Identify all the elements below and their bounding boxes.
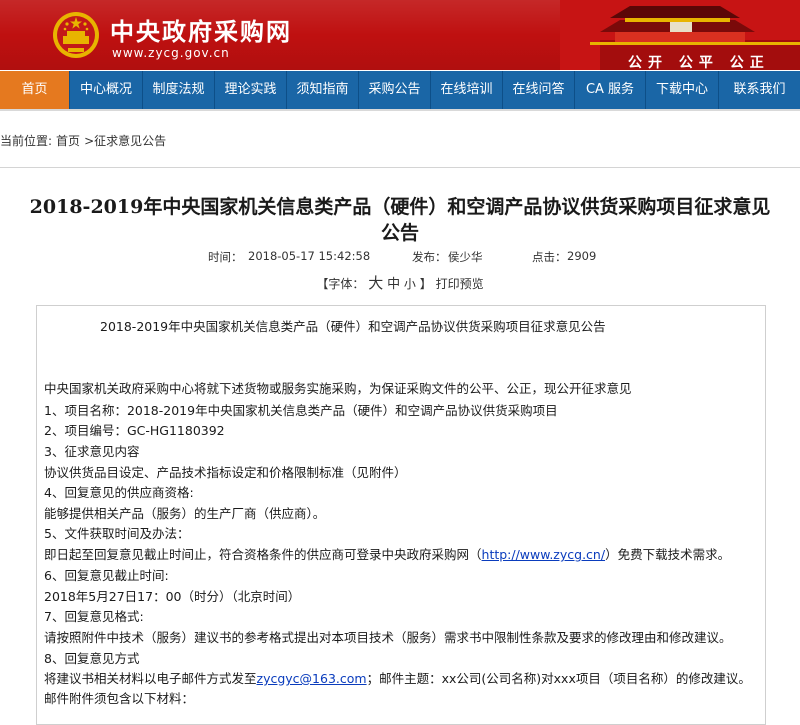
site-title: 中央政府采购网 bbox=[110, 18, 292, 46]
paragraph: 2018年5月27日17：00（时分）（北京时间） bbox=[44, 589, 301, 604]
print-preview-link[interactable]: 打印预览 bbox=[436, 277, 484, 291]
paragraph: 邮件附件须包含以下材料： bbox=[44, 691, 195, 706]
publisher-value: 侯少华 bbox=[448, 250, 483, 264]
nav-item-contact[interactable]: 联系我们 bbox=[719, 71, 800, 109]
paragraph: 2、项目编号：GC-HG1180392 bbox=[44, 423, 225, 438]
paragraph: 中央国家机关政府采购中心将就下述货物或服务实施采购，为保证采购文件的公平、公正，… bbox=[44, 381, 632, 396]
nav-item-about[interactable]: 中心概况 bbox=[70, 71, 143, 109]
download-text-end: ）免费下载技术需求。 bbox=[605, 547, 731, 562]
breadcrumb-separator: > bbox=[84, 134, 95, 148]
nav-item-ca-service[interactable]: CA 服务 bbox=[575, 71, 646, 109]
breadcrumb: 当前位置: 首页 >征求意见公告 bbox=[0, 132, 170, 149]
article-title: 2018-2019年中央国家机关信息类产品（硬件）和空调产品协议供货采购项目征求… bbox=[14, 194, 786, 246]
clicks-label: 点击： bbox=[532, 250, 567, 264]
paragraph: 能够提供相关产品（服务）的生产厂商（供应商）。 bbox=[44, 506, 326, 521]
clicks-value: 2909 bbox=[567, 249, 597, 263]
zycg-link[interactable]: http://www.zycg.cn/ bbox=[482, 547, 606, 562]
font-small-button[interactable]: 小 bbox=[404, 277, 416, 291]
paragraph: 4、回复意见的供应商资格: bbox=[44, 485, 194, 500]
breadcrumb-home-link[interactable]: 首页 bbox=[56, 134, 80, 148]
paragraph: 协议供货品目设定、产品技术指标设定和价格限制标准（见附件） bbox=[44, 465, 407, 480]
content-title: 2018-2019年中央国家机关信息类产品（硬件）和空调产品协议供货采购项目征求… bbox=[100, 319, 606, 334]
paragraph: 8、回复意见方式 bbox=[44, 651, 140, 666]
paragraph: 1、项目名称：2018-2019年中央国家机关信息类产品（硬件）和空调产品协议供… bbox=[44, 403, 558, 418]
nav-item-qa[interactable]: 在线问答 bbox=[503, 71, 575, 109]
site-header: 中央政府采购网 www.zycg.gov.cn 公开 公平 公正 bbox=[0, 0, 800, 70]
main-nav: 首页 中心概况 制度法规 理论实践 须知指南 采购公告 在线培训 在线问答 CA… bbox=[0, 71, 800, 109]
paragraph: 请按照附件中技术（服务）建议书的参考格式提出对本项目技术（服务）需求书中限制性条… bbox=[44, 630, 732, 645]
site-url: www.zycg.gov.cn bbox=[112, 46, 230, 60]
paragraph: 3、征求意见内容 bbox=[44, 444, 140, 459]
nav-item-downloads[interactable]: 下载中心 bbox=[646, 71, 719, 109]
article-title-line1: 2018-2019年中央国家机关信息类产品（硬件）和空调产品协议供货采购项目征求… bbox=[29, 196, 771, 218]
nav-item-regulations[interactable]: 制度法规 bbox=[143, 71, 215, 109]
font-medium-button[interactable]: 中 bbox=[387, 277, 400, 292]
font-size-controls: 【字体： 大 中 小 】 打印预览 bbox=[0, 272, 800, 293]
national-emblem-icon bbox=[53, 12, 99, 58]
time-value: 2018-05-17 15:42:58 bbox=[248, 249, 371, 263]
font-close: 】 bbox=[419, 277, 432, 291]
nav-item-training[interactable]: 在线培训 bbox=[431, 71, 503, 109]
breadcrumb-current[interactable]: 征求意见公告 bbox=[94, 134, 166, 148]
divider bbox=[0, 167, 800, 168]
paragraph: 7、回复意见格式: bbox=[44, 609, 144, 624]
article-title-line2: 公告 bbox=[380, 222, 419, 244]
email-link[interactable]: zycgyc@163.com bbox=[257, 671, 367, 686]
slogan: 公开 公平 公正 bbox=[628, 55, 770, 70]
font-label: 【字体： bbox=[316, 277, 365, 291]
nav-underline bbox=[0, 109, 800, 111]
email-text: 将建议书相关材料以电子邮件方式发至 bbox=[44, 671, 257, 686]
email-paragraph: 将建议书相关材料以电子邮件方式发至zycgyc@163.com；邮件主题：xx公… bbox=[44, 668, 751, 687]
font-large-button[interactable]: 大 bbox=[368, 274, 383, 292]
nav-item-theory[interactable]: 理论实践 bbox=[215, 71, 287, 109]
nav-item-announcements[interactable]: 采购公告 bbox=[359, 71, 431, 109]
paragraph: 5、文件获取时间及办法： bbox=[44, 526, 190, 541]
publisher-label: 发布： bbox=[412, 250, 447, 264]
nav-item-home[interactable]: 首页 bbox=[0, 71, 70, 109]
nav-item-guide[interactable]: 须知指南 bbox=[287, 71, 359, 109]
download-text: 即日起至回复意见截止时间止，符合资格条件的供应商可登录中央政府采购网（ bbox=[44, 547, 482, 562]
download-paragraph: 即日起至回复意见截止时间止，符合资格条件的供应商可登录中央政府采购网（http:… bbox=[44, 544, 730, 563]
email-text-end: ；邮件主题：xx公司(公司名称)对xxx项目（项目名称）的修改建议。 bbox=[366, 671, 751, 686]
time-label: 时间： bbox=[208, 250, 243, 264]
breadcrumb-prefix: 当前位置: bbox=[0, 134, 53, 148]
paragraph: 6、回复意见截止时间: bbox=[44, 568, 169, 583]
